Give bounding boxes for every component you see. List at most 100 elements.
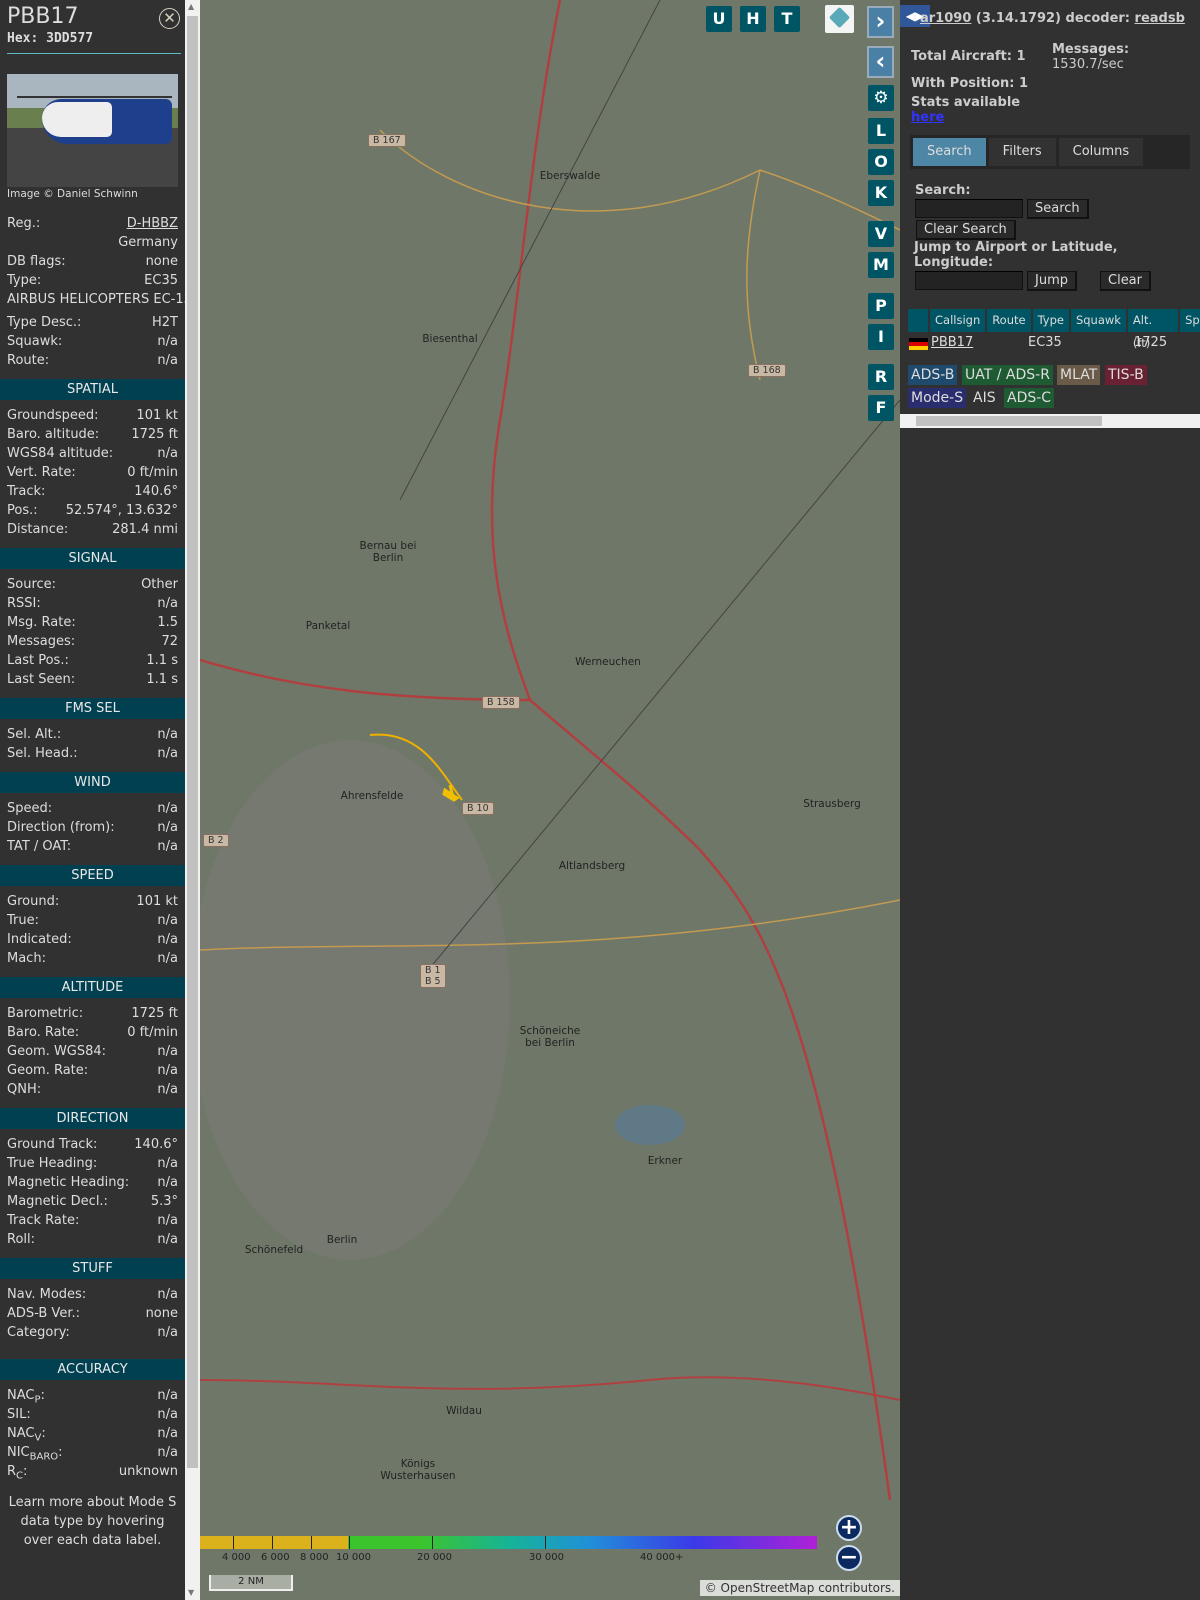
layers-button[interactable] xyxy=(825,5,854,33)
section-header-altitude: ALTITUDE xyxy=(0,977,185,998)
map-button-t[interactable]: T xyxy=(774,6,800,32)
zoom-in-button[interactable]: + xyxy=(836,1515,862,1541)
column-header[interactable]: Spd. xyxy=(1180,309,1200,332)
row-label[interactable]: Messages: xyxy=(7,632,75,651)
tab-search[interactable]: Search xyxy=(913,138,986,166)
clear-button[interactable]: Clear xyxy=(1100,271,1151,291)
search-button[interactable]: Search xyxy=(1027,199,1089,219)
row-label[interactable]: Magnetic Heading: xyxy=(7,1173,129,1192)
jump-button[interactable]: Jump xyxy=(1027,271,1077,291)
map-button-k[interactable]: K xyxy=(868,180,894,206)
row-label[interactable]: Source: xyxy=(7,575,56,594)
aircraft-photo[interactable] xyxy=(7,74,178,187)
table-horizontal-scrollbar[interactable] xyxy=(900,414,1200,428)
row-label[interactable]: RC: xyxy=(7,1462,27,1482)
map-button-i[interactable]: I xyxy=(868,324,894,350)
place-label: Panketal xyxy=(305,620,351,632)
row-label[interactable]: WGS84 altitude: xyxy=(7,444,113,463)
row-value: n/a xyxy=(157,1426,178,1441)
row-label[interactable]: Geom. WGS84: xyxy=(7,1042,106,1061)
row-label[interactable]: NICBARO: xyxy=(7,1443,63,1463)
row-label[interactable]: Distance: xyxy=(7,520,68,539)
map-button-o[interactable]: O xyxy=(868,149,894,175)
row-label[interactable]: True: xyxy=(7,911,39,930)
map-button-p[interactable]: P xyxy=(868,293,894,319)
row-label[interactable]: Track Rate: xyxy=(7,1211,79,1230)
row-label[interactable]: ADS-B Ver.: xyxy=(7,1304,80,1323)
row-label[interactable]: Roll: xyxy=(7,1230,35,1249)
aircraft-callsign: PBB17 xyxy=(7,4,79,29)
row-label[interactable]: Geom. Rate: xyxy=(7,1061,88,1080)
row-label[interactable]: Last Seen: xyxy=(7,670,75,689)
row-value: Germany xyxy=(118,235,178,250)
column-header[interactable]: Alt. (ft) xyxy=(1127,309,1179,350)
column-header[interactable]: Callsign xyxy=(930,309,986,332)
info-row: Squawk: n/a xyxy=(0,332,185,351)
row-value: 1.5 xyxy=(157,615,178,630)
clear-search-button[interactable]: Clear Search xyxy=(916,220,1016,240)
map-button-v[interactable]: V xyxy=(868,221,894,247)
map-button-l[interactable]: L xyxy=(868,118,894,144)
zoom-out-button[interactable]: − xyxy=(836,1545,862,1571)
app-link[interactable]: ar1090 xyxy=(920,11,971,26)
row-label[interactable]: Indicated: xyxy=(7,930,72,949)
row-label[interactable]: Barometric: xyxy=(7,1004,83,1023)
row-label[interactable]: Mach: xyxy=(7,949,46,968)
map[interactable]: Eberswalde Biesenthal Bernau bei Berlin Pan… xyxy=(200,0,900,1600)
row-label[interactable]: TAT / OAT: xyxy=(7,837,71,856)
row-label[interactable]: NACV: xyxy=(7,1424,46,1444)
row-label[interactable]: Nav. Modes: xyxy=(7,1285,86,1304)
row-value: H2T xyxy=(152,315,178,330)
row-label[interactable]: Pos.: xyxy=(7,501,38,520)
row-label[interactable]: Baro. altitude: xyxy=(7,425,99,444)
label-subscript: V xyxy=(34,1432,42,1444)
expand-right-button[interactable]: › xyxy=(867,6,894,38)
row-label[interactable]: Magnetic Decl.: xyxy=(7,1192,108,1211)
table-row[interactable]: PBB17 EC35 1725 xyxy=(908,334,1198,354)
row-label[interactable]: Vert. Rate: xyxy=(7,463,76,482)
collapse-left-button[interactable]: ‹ xyxy=(867,46,894,78)
row-label[interactable]: Category: xyxy=(7,1323,70,1342)
column-header[interactable] xyxy=(908,309,928,332)
decoder-link[interactable]: readsb xyxy=(1135,11,1185,26)
row-label[interactable]: Groundspeed: xyxy=(7,406,98,425)
jump-input[interactable] xyxy=(915,271,1023,290)
row-label[interactable]: Last Pos.: xyxy=(7,651,69,670)
row-label: Squawk: xyxy=(7,334,63,349)
left-panel-scrollbar[interactable]: ▲ ▼ xyxy=(185,0,200,1600)
detail-row: Mach: n/a xyxy=(0,949,185,968)
column-header[interactable]: Squawk xyxy=(1070,309,1126,332)
map-button-f[interactable]: F xyxy=(868,395,894,421)
row-label[interactable]: Sel. Alt.: xyxy=(7,725,61,744)
row-label[interactable]: Sel. Head.: xyxy=(7,744,78,763)
row-type: EC35 xyxy=(1028,335,1062,350)
detail-row: Source: Other xyxy=(0,575,185,594)
tab-columns[interactable]: Columns xyxy=(1058,138,1144,166)
messages-rate: 1530.7/sec xyxy=(1052,57,1124,72)
column-header[interactable]: Type xyxy=(1032,309,1069,332)
row-label[interactable]: Ground Track: xyxy=(7,1135,97,1154)
settings-gear-icon[interactable]: ⚙ xyxy=(868,85,894,111)
column-header[interactable]: Route xyxy=(987,309,1031,332)
map-button-m[interactable]: M xyxy=(868,252,894,278)
registration-link[interactable]: D-HBBZ xyxy=(127,214,178,233)
tab-filters[interactable]: Filters xyxy=(988,138,1056,166)
row-label[interactable]: Msg. Rate: xyxy=(7,613,76,632)
row-label[interactable]: Baro. Rate: xyxy=(7,1023,79,1042)
map-button-r[interactable]: R xyxy=(868,364,894,390)
search-input[interactable] xyxy=(915,199,1023,218)
row-label[interactable]: NACP: xyxy=(7,1386,45,1406)
row-label[interactable]: Track: xyxy=(7,482,45,501)
row-label[interactable]: Ground: xyxy=(7,892,59,911)
row-label[interactable]: RSSI: xyxy=(7,594,41,613)
row-callsign[interactable]: PBB17 xyxy=(931,335,973,350)
stats-link[interactable]: here xyxy=(911,110,944,125)
map-button-h[interactable]: H xyxy=(740,6,766,32)
close-icon[interactable]: ✕ xyxy=(159,8,180,29)
row-label[interactable]: Direction (from): xyxy=(7,818,115,837)
row-label[interactable]: Speed: xyxy=(7,799,52,818)
row-label[interactable]: True Heading: xyxy=(7,1154,97,1173)
row-label[interactable]: QNH: xyxy=(7,1080,41,1099)
row-label[interactable]: SIL: xyxy=(7,1405,31,1424)
map-button-u[interactable]: U xyxy=(706,6,732,32)
